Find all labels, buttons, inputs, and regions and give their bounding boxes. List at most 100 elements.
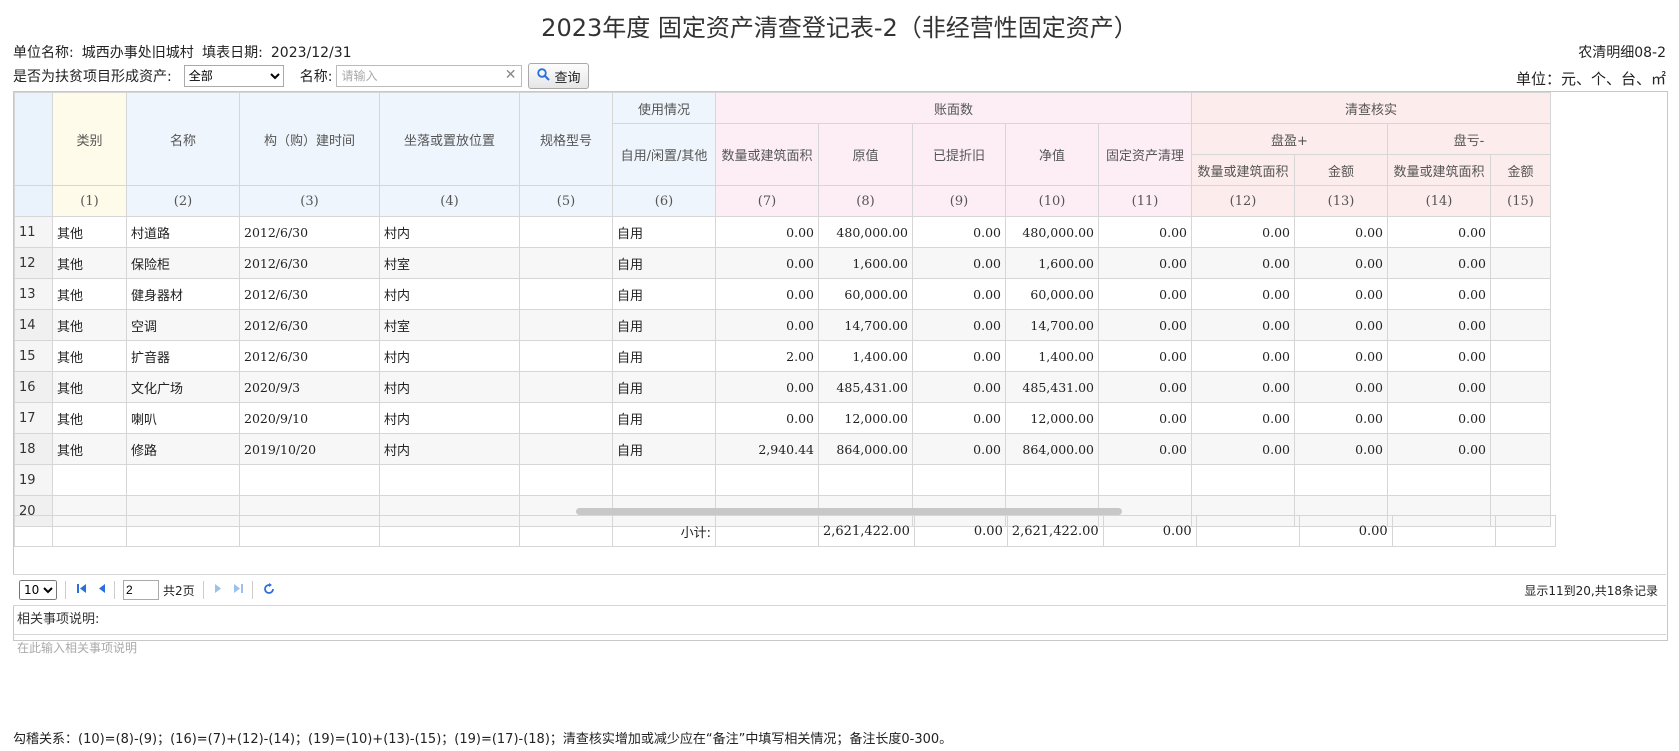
cell-loss-amount[interactable] <box>1490 309 1551 341</box>
cell-surplus-qty[interactable]: 0.00 <box>1191 247 1295 279</box>
cell-spec[interactable] <box>519 340 613 372</box>
row-number[interactable]: 11 <box>14 216 53 248</box>
header-depreciation[interactable]: 已提折旧 <box>912 123 1006 186</box>
header-spec[interactable]: 规格型号 <box>519 92 613 186</box>
cell-qty-area[interactable] <box>715 464 819 496</box>
cell-original[interactable]: 1,400.00 <box>818 340 913 372</box>
cell-qty-area[interactable]: 0.00 <box>715 309 819 341</box>
table-row[interactable]: 18 其他 修路 2019/10/20 村内 自用 2,940.44 864,000.00 0.… <box>14 433 1551 465</box>
cell-qty-area[interactable]: 0.00 <box>715 371 819 403</box>
row-number[interactable]: 18 <box>14 433 53 465</box>
cell-usage[interactable]: 自用 <box>612 309 716 341</box>
cell-surplus-qty[interactable]: 0.00 <box>1191 371 1295 403</box>
cell-name[interactable] <box>126 464 240 496</box>
cell-surplus-qty[interactable]: 0.00 <box>1191 278 1295 310</box>
cell-qty-area[interactable]: 0.00 <box>715 216 819 248</box>
name-search-input[interactable] <box>336 65 523 87</box>
cell-usage[interactable]: 自用 <box>612 216 716 248</box>
cell-location[interactable]: 村室 <box>379 309 520 341</box>
cell-category[interactable]: 其他 <box>52 278 127 310</box>
query-button[interactable]: 查询 <box>528 63 590 89</box>
cell-category[interactable]: 其他 <box>52 216 127 248</box>
cell-category[interactable]: 其他 <box>52 247 127 279</box>
cell-surplus-amount[interactable]: 0.00 <box>1294 216 1388 248</box>
header-name[interactable]: 名称 <box>126 92 240 186</box>
cell-location[interactable] <box>379 464 520 496</box>
cell-location[interactable]: 村内 <box>379 433 520 465</box>
row-number[interactable]: 16 <box>14 371 53 403</box>
table-row[interactable]: 16 其他 文化广场 2020/9/3 村内 自用 0.00 485,431.00 0.00 48… <box>14 371 1551 403</box>
header-build-time[interactable]: 构（购）建时间 <box>239 92 380 186</box>
cell-location[interactable]: 村内 <box>379 371 520 403</box>
cell-loss-amount[interactable] <box>1490 402 1551 434</box>
cell-net[interactable] <box>1005 464 1099 496</box>
cell-build-time[interactable]: 2012/6/30 <box>239 247 380 279</box>
cell-original[interactable]: 864,000.00 <box>818 433 913 465</box>
cell-depreciation[interactable]: 0.00 <box>912 309 1006 341</box>
cell-net[interactable]: 480,000.00 <box>1005 216 1099 248</box>
cell-location[interactable]: 村室 <box>379 247 520 279</box>
cell-location[interactable]: 村内 <box>379 216 520 248</box>
cell-build-time[interactable]: 2020/9/3 <box>239 371 380 403</box>
cell-loss-amount[interactable] <box>1490 371 1551 403</box>
table-row[interactable]: 15 其他 扩音器 2012/6/30 村内 自用 2.00 1,400.00 0.00 1,40… <box>14 340 1551 372</box>
horizontal-scrollbar[interactable] <box>14 507 1667 515</box>
cell-build-time[interactable]: 2019/10/20 <box>239 433 380 465</box>
cell-category[interactable]: 其他 <box>52 309 127 341</box>
header-surplus-amount[interactable]: 金额 <box>1294 154 1388 186</box>
table-row[interactable]: 12 其他 保险柜 2012/6/30 村室 自用 0.00 1,600.00 0.00 1,60… <box>14 247 1551 279</box>
header-category[interactable]: 类别 <box>52 92 127 186</box>
cell-spec[interactable] <box>519 247 613 279</box>
first-page-icon[interactable] <box>76 583 87 597</box>
cell-surplus-amount[interactable]: 0.00 <box>1294 402 1388 434</box>
cell-name[interactable]: 健身器材 <box>126 278 240 310</box>
cell-loss-amount[interactable] <box>1490 340 1551 372</box>
refresh-icon[interactable] <box>263 582 275 598</box>
cell-build-time[interactable]: 2012/6/30 <box>239 340 380 372</box>
cell-name[interactable]: 村道路 <box>126 216 240 248</box>
cell-surplus-amount[interactable]: 0.00 <box>1294 278 1388 310</box>
cell-usage[interactable]: 自用 <box>612 402 716 434</box>
cell-cleanup[interactable]: 0.00 <box>1098 371 1192 403</box>
cell-spec[interactable] <box>519 433 613 465</box>
header-usage[interactable]: 自用/闲置/其他 <box>612 123 716 186</box>
cell-depreciation[interactable]: 0.00 <box>912 340 1006 372</box>
cell-original[interactable]: 14,700.00 <box>818 309 913 341</box>
cell-name[interactable]: 保险柜 <box>126 247 240 279</box>
table-row[interactable]: 19 <box>14 464 1551 496</box>
cell-surplus-qty[interactable]: 0.00 <box>1191 340 1295 372</box>
cell-cleanup[interactable]: 0.00 <box>1098 309 1192 341</box>
header-location[interactable]: 坐落或置放位置 <box>379 92 520 186</box>
cell-depreciation[interactable]: 0.00 <box>912 216 1006 248</box>
cell-surplus-amount[interactable]: 0.00 <box>1294 247 1388 279</box>
row-number[interactable]: 19 <box>14 464 53 496</box>
scrollbar-thumb[interactable] <box>576 508 1122 515</box>
cell-loss-qty[interactable]: 0.00 <box>1387 340 1491 372</box>
header-net[interactable]: 净值 <box>1005 123 1099 186</box>
cell-net[interactable]: 60,000.00 <box>1005 278 1099 310</box>
cell-name[interactable]: 喇叭 <box>126 402 240 434</box>
cell-loss-qty[interactable]: 0.00 <box>1387 371 1491 403</box>
cell-name[interactable]: 文化广场 <box>126 371 240 403</box>
cell-cleanup[interactable] <box>1098 464 1192 496</box>
cell-cleanup[interactable]: 0.00 <box>1098 247 1192 279</box>
cell-location[interactable]: 村内 <box>379 402 520 434</box>
cell-category[interactable]: 其他 <box>52 371 127 403</box>
cell-spec[interactable] <box>519 464 613 496</box>
cell-usage[interactable]: 自用 <box>612 371 716 403</box>
cell-qty-area[interactable]: 2,940.44 <box>715 433 819 465</box>
cell-loss-qty[interactable]: 0.00 <box>1387 216 1491 248</box>
row-number[interactable]: 13 <box>14 278 53 310</box>
table-row[interactable]: 17 其他 喇叭 2020/9/10 村内 自用 0.00 12,000.00 0.00 12,0… <box>14 402 1551 434</box>
cell-loss-qty[interactable]: 0.00 <box>1387 278 1491 310</box>
row-number[interactable]: 12 <box>14 247 53 279</box>
row-number[interactable]: 14 <box>14 309 53 341</box>
cell-net[interactable]: 12,000.00 <box>1005 402 1099 434</box>
cell-depreciation[interactable]: 0.00 <box>912 278 1006 310</box>
row-number[interactable]: 17 <box>14 402 53 434</box>
table-row[interactable]: 11 其他 村道路 2012/6/30 村内 自用 0.00 480,000.00 0.00 48… <box>14 216 1551 248</box>
table-row[interactable]: 13 其他 健身器材 2012/6/30 村内 自用 0.00 60,000.00 0.00 60… <box>14 278 1551 310</box>
cell-cleanup[interactable]: 0.00 <box>1098 433 1192 465</box>
cell-depreciation[interactable]: 0.00 <box>912 433 1006 465</box>
cell-original[interactable]: 1,600.00 <box>818 247 913 279</box>
